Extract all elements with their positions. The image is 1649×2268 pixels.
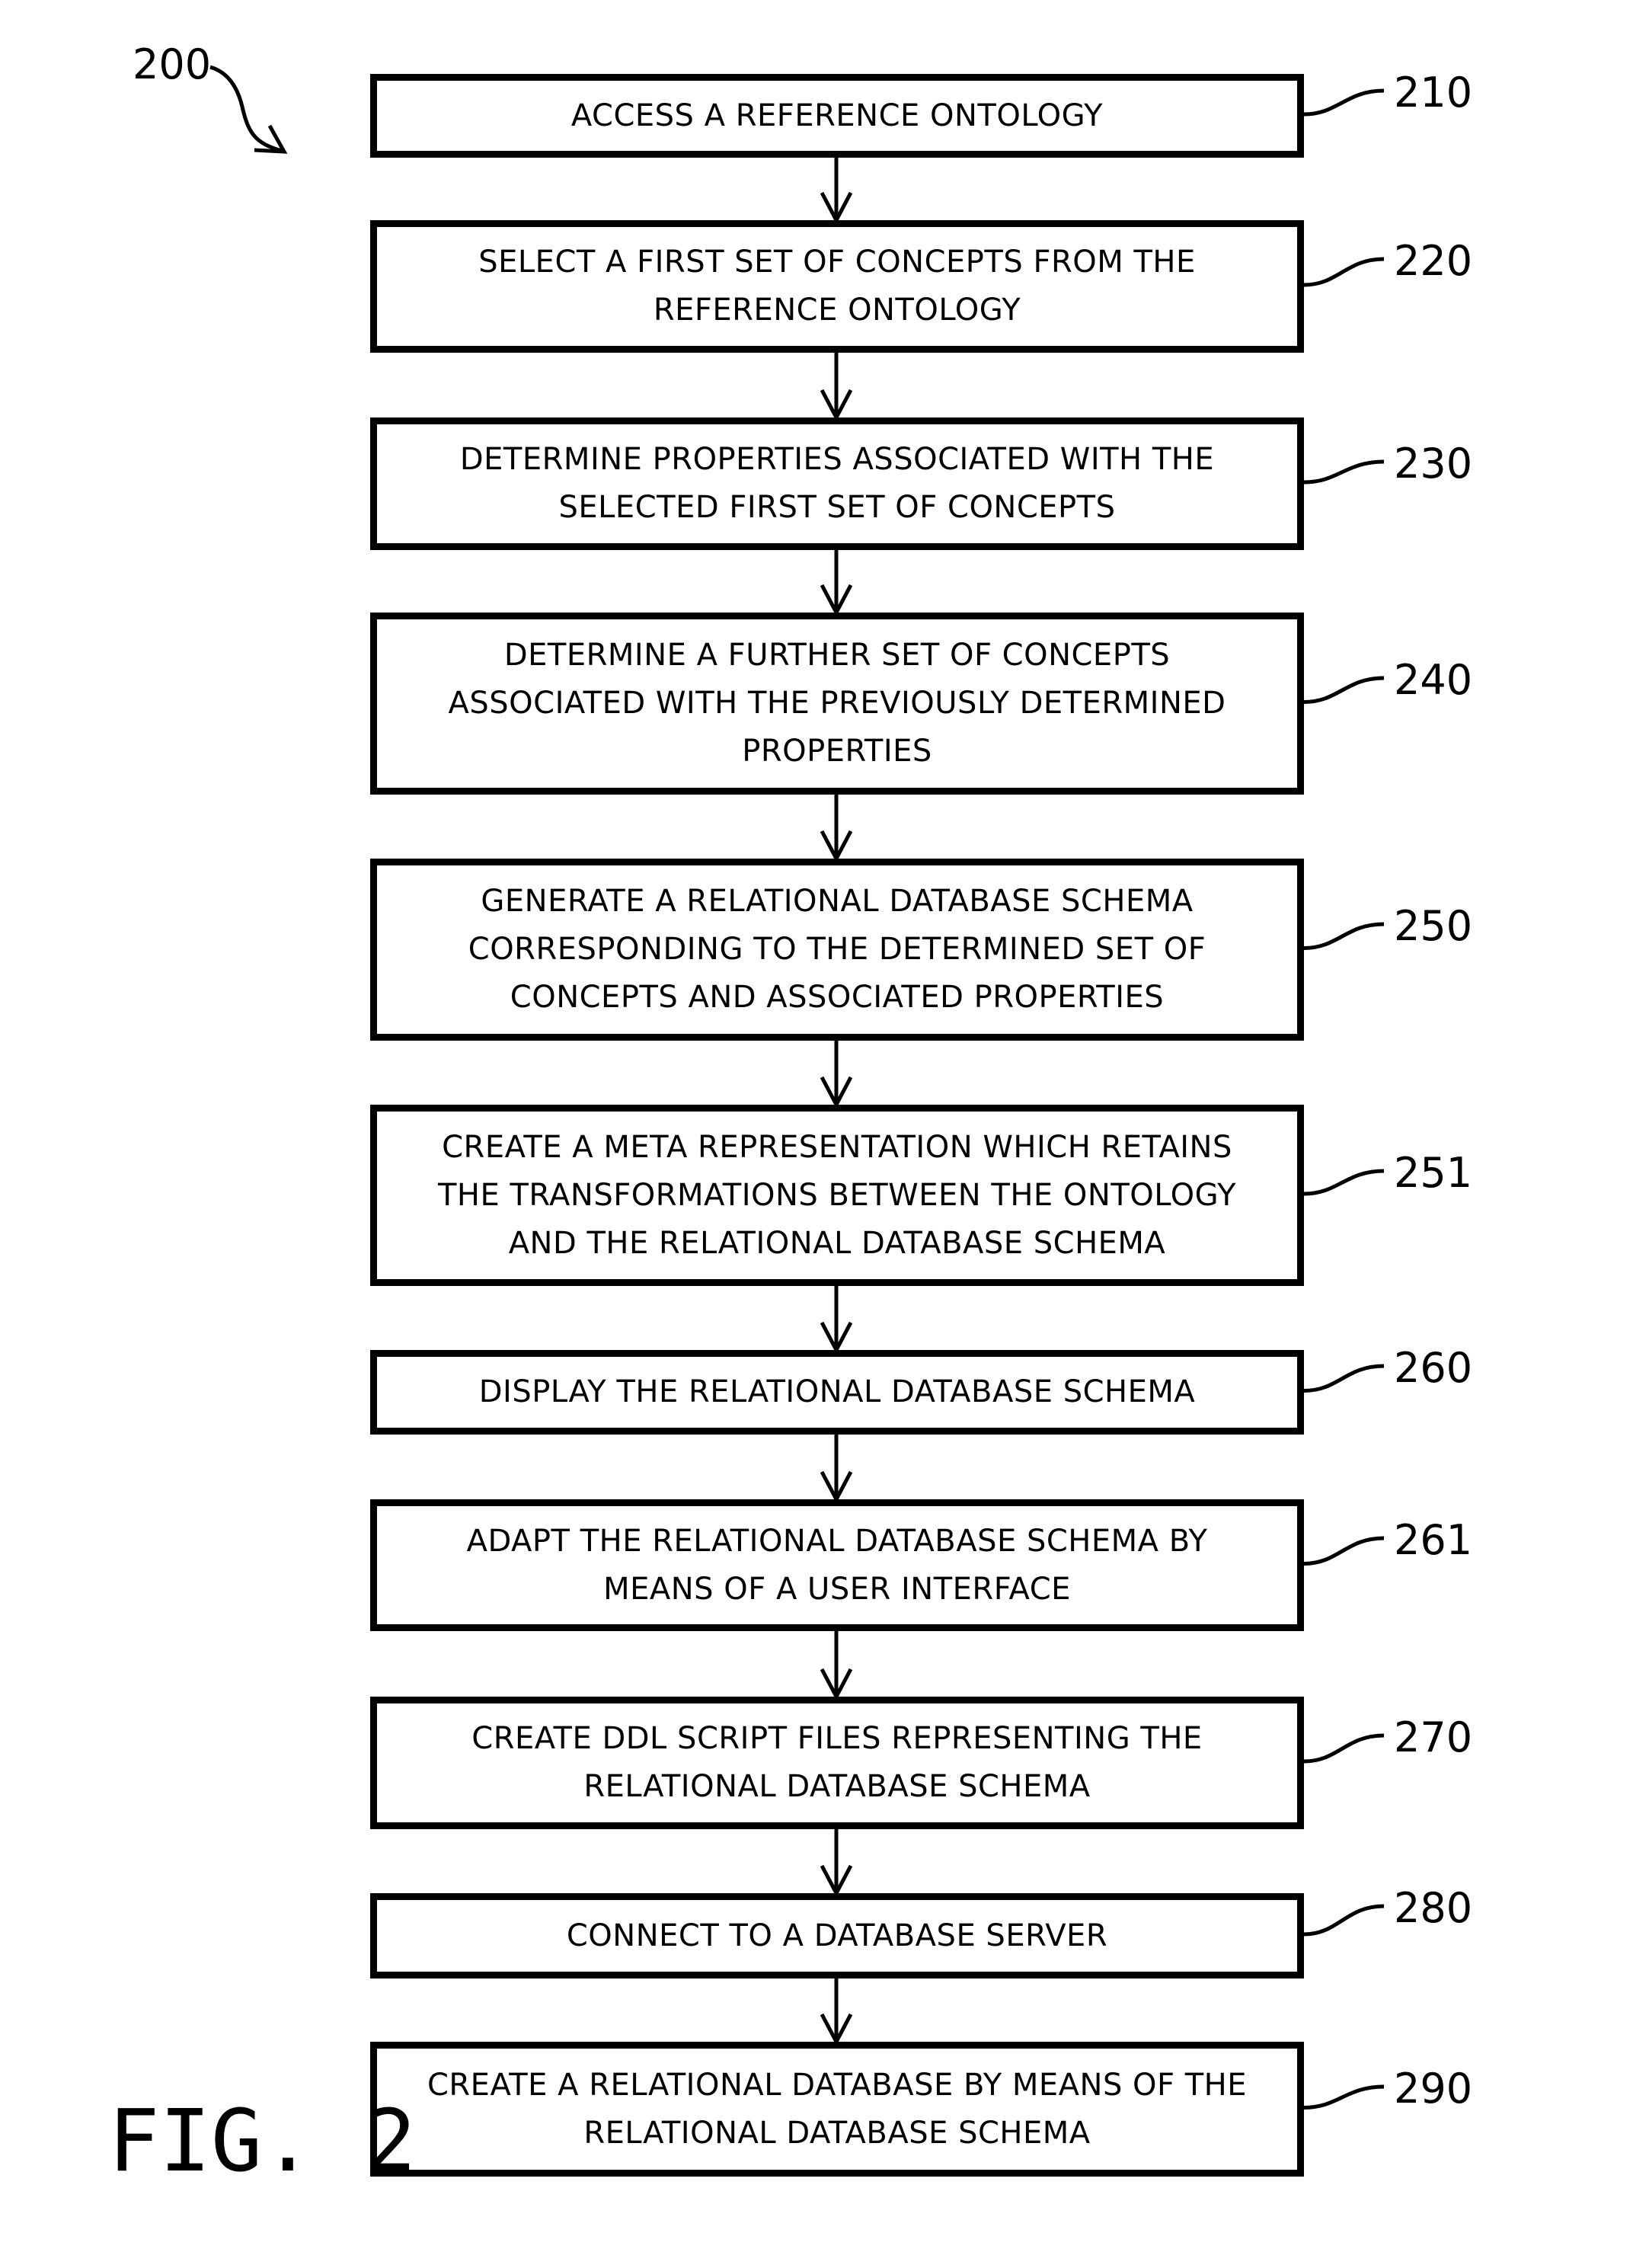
- step-reference-label: 290: [1394, 2065, 1473, 2113]
- step-reference-label: 261: [1394, 1516, 1473, 1564]
- step-reference-label: 280: [1394, 1884, 1473, 1932]
- step-text: ADAPT THE RELATIONAL DATABASE SCHEMA BY …: [466, 1523, 1208, 1607]
- reference-leader-line: [1303, 2084, 1385, 2110]
- step-text: DETERMINE PROPERTIES ASSOCIATED WITH THE…: [459, 442, 1215, 525]
- reference-leader-line: [1303, 1733, 1385, 1764]
- step-box-280: CONNECT TO A DATABASE SERVER: [370, 1893, 1304, 1979]
- step-text: CREATE A RELATIONAL DATABASE BY MEANS OF…: [427, 2067, 1248, 2151]
- step-box-270: CREATE DDL SCRIPT FILES REPRESENTING THE…: [370, 1697, 1304, 1829]
- reference-leader-line: [1303, 1904, 1385, 1937]
- step-box-260: DISPLAY THE RELATIONAL DATABASE SCHEMA: [370, 1350, 1304, 1435]
- reference-leader-line: [1303, 459, 1385, 485]
- step-reference-label: 230: [1394, 440, 1473, 488]
- step-reference-label: 240: [1394, 656, 1473, 704]
- step-box-230: DETERMINE PROPERTIES ASSOCIATED WITH THE…: [370, 417, 1304, 550]
- reference-leader-line: [1303, 922, 1385, 950]
- reference-leader-line: [1303, 1169, 1385, 1196]
- reference-leader-line: [1303, 1364, 1385, 1393]
- step-box-290: CREATE A RELATIONAL DATABASE BY MEANS OF…: [370, 2042, 1304, 2177]
- step-box-210: ACCESS A REFERENCE ONTOLOGY: [370, 74, 1304, 158]
- reference-leader-line: [1303, 676, 1385, 704]
- figure-title: FIG. 2: [108, 2092, 417, 2191]
- step-reference-label: 250: [1394, 902, 1473, 950]
- step-reference-label: 270: [1394, 1713, 1473, 1761]
- step-text: CREATE DDL SCRIPT FILES REPRESENTING THE…: [471, 1721, 1203, 1804]
- step-box-261: ADAPT THE RELATIONAL DATABASE SCHEMA BY …: [370, 1499, 1304, 1631]
- step-box-250: GENERATE A RELATIONAL DATABASE SCHEMA CO…: [370, 859, 1304, 1041]
- reference-leader-line: [1303, 88, 1385, 117]
- figure-reference-arrow: [209, 65, 283, 153]
- step-box-220: SELECT A FIRST SET OF CONCEPTS FROM THE …: [370, 220, 1304, 353]
- step-text: DISPLAY THE RELATIONAL DATABASE SCHEMA: [478, 1374, 1196, 1409]
- reference-leaders: [1303, 88, 1385, 2110]
- step-reference-label: 210: [1394, 69, 1473, 117]
- reference-leader-line: [1303, 257, 1385, 287]
- reference-leader-line: [1303, 1536, 1385, 1566]
- step-text: CREATE A META REPRESENTATION WHICH RETAI…: [437, 1129, 1237, 1261]
- step-reference-label: 260: [1394, 1344, 1473, 1392]
- figure-reference-number: 200: [133, 40, 212, 88]
- step-text: ACCESS A REFERENCE ONTOLOGY: [570, 98, 1104, 133]
- step-text: SELECT A FIRST SET OF CONCEPTS FROM THE …: [478, 245, 1196, 328]
- step-box-251: CREATE A META REPRESENTATION WHICH RETAI…: [370, 1105, 1304, 1286]
- step-text: GENERATE A RELATIONAL DATABASE SCHEMA CO…: [468, 884, 1206, 1015]
- step-text: DETERMINE A FURTHER SET OF CONCEPTS ASSO…: [448, 638, 1226, 769]
- step-text: CONNECT TO A DATABASE SERVER: [566, 1918, 1108, 1953]
- step-reference-label: 251: [1394, 1149, 1473, 1197]
- step-box-240: DETERMINE A FURTHER SET OF CONCEPTS ASSO…: [370, 613, 1304, 795]
- step-reference-label: 220: [1394, 237, 1473, 285]
